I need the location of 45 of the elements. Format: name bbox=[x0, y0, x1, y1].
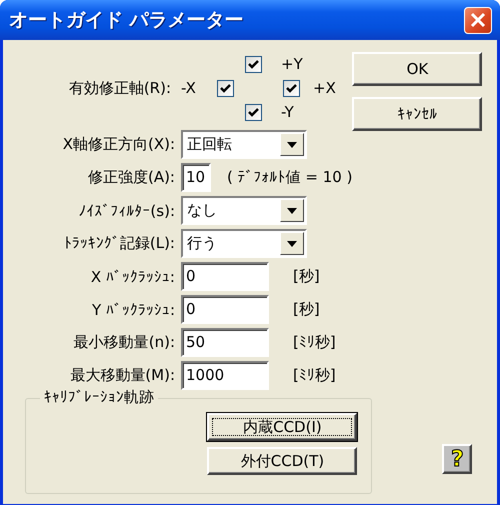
axis-label: -X bbox=[180, 79, 197, 97]
unit-label: [秒] bbox=[293, 267, 320, 286]
window-title: オートガイド パラメーター bbox=[9, 8, 244, 33]
checkbox[interactable] bbox=[283, 80, 300, 96]
field-label: Y ﾊﾞｯｸﾗｯｼｭ: bbox=[91, 300, 176, 318]
text-field[interactable]: 1000 bbox=[181, 361, 269, 390]
checkbox[interactable] bbox=[245, 104, 262, 120]
field-label: 最小移動量(n): bbox=[72, 333, 176, 352]
ok-button[interactable]: OK bbox=[352, 52, 482, 86]
axis-label: +X bbox=[313, 79, 337, 97]
close-button[interactable] bbox=[464, 6, 492, 34]
field-label: X ﾊﾞｯｸﾗｯｼｭ: bbox=[90, 268, 176, 286]
group-title: ｷｬﾘﾌﾞﾚｰｼｮﾝ軌跡 bbox=[40, 388, 158, 407]
calibration-button[interactable]: 外付CCD(T) bbox=[207, 447, 358, 475]
field-label: ﾄﾗｯｷﾝｸﾞ記録(L): bbox=[62, 234, 176, 253]
dropdown-arrow-icon bbox=[287, 142, 297, 148]
text-field[interactable]: 50 bbox=[181, 328, 269, 357]
axis-label: -Y bbox=[281, 103, 295, 121]
checkbox[interactable] bbox=[245, 56, 262, 72]
field-label: 修正強度(A): bbox=[86, 168, 176, 187]
unit-label: [秒] bbox=[293, 300, 320, 319]
calibration-button[interactable]: 内蔵CCD(I) bbox=[207, 413, 358, 441]
dropdown[interactable]: なし bbox=[181, 196, 307, 225]
dropdown[interactable]: 行う bbox=[181, 229, 307, 258]
field-label: 最大移動量(M): bbox=[69, 366, 176, 385]
close-icon bbox=[470, 12, 486, 28]
check-icon bbox=[248, 106, 259, 118]
check-icon bbox=[248, 58, 259, 70]
check-icon bbox=[220, 82, 231, 94]
unit-label: [ﾐﾘ秒] bbox=[293, 333, 336, 352]
check-icon bbox=[286, 82, 297, 94]
unit-label: [ﾐﾘ秒] bbox=[293, 366, 336, 385]
text-field[interactable]: 10 bbox=[181, 163, 211, 192]
dropdown-arrow-icon bbox=[287, 208, 297, 214]
axis-label: +Y bbox=[281, 55, 303, 73]
field-label: X軸修正方向(X): bbox=[62, 135, 176, 154]
axis-label: 有効修正軸(R): bbox=[68, 78, 172, 98]
unit-label: ( ﾃﾞﾌｫﾙﾄ値 = 10 ) bbox=[227, 168, 352, 187]
text-field[interactable]: 0 bbox=[181, 262, 269, 291]
dropdown-arrow-icon bbox=[287, 240, 297, 246]
text-field[interactable]: 0 bbox=[181, 295, 269, 324]
field-label: ﾉｲｽﾞﾌｨﾙﾀｰ(s): bbox=[77, 202, 176, 220]
cancel-button[interactable]: ｷｬﾝｾﾙ bbox=[352, 97, 482, 131]
dropdown[interactable]: 正回転 bbox=[181, 130, 307, 159]
checkbox[interactable] bbox=[217, 80, 234, 96]
